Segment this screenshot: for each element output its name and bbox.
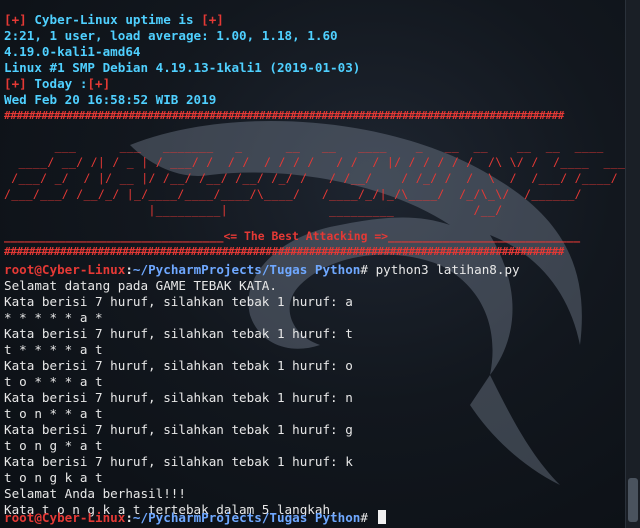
command-text: python3 latihan8.py	[375, 262, 520, 277]
output-line: Kata berisi 7 huruf, silahkan tebak 1 hu…	[4, 454, 353, 469]
output-line: t * * * * a t	[4, 342, 103, 357]
output-line: Kata berisi 7 huruf, silahkan tebak 1 hu…	[4, 294, 353, 309]
output-line: Kata berisi 7 huruf, silahkan tebak 1 hu…	[4, 422, 353, 437]
banner-art-line: |_________| _________ /__/	[4, 203, 503, 217]
banner-tagline: ________________________________<= The B…	[4, 229, 581, 243]
uptime-header: [+] Cyber-Linux uptime is [+]	[4, 12, 224, 27]
active-prompt-line[interactable]: root@Cyber-Linux:~/PycharmProjects/Tugas…	[4, 510, 386, 526]
output-line: t o n g k a t	[4, 470, 103, 485]
banner-art-line: ____/ __/ /| / _ | / ___/ / / / / / / / …	[4, 155, 626, 169]
prompt-line: root@Cyber-Linux:~/PycharmProjects/Tugas…	[4, 262, 520, 277]
output-line: Selamat Anda berhasil!!!	[4, 486, 186, 501]
hash-divider-bottom: ########################################…	[4, 245, 565, 258]
output-line: Selamat datang pada GAME TEBAK KATA.	[4, 278, 277, 293]
output-line: Kata berisi 7 huruf, silahkan tebak 1 hu…	[4, 390, 353, 405]
output-line: t o * * * a t	[4, 374, 103, 389]
banner-art-line: /___/ _/ / |/ __ |/ /__/ /__/ /__/ /_/ /…	[4, 171, 619, 185]
banner-art-line: ___ ___ _______ _ __ __ ____ _ __ __ __ …	[4, 139, 604, 153]
os-version: Linux #1 SMP Debian 4.19.13-1kali1 (2019…	[4, 60, 361, 75]
hash-divider-top: ########################################…	[4, 109, 565, 122]
output-line: Kata berisi 7 huruf, silahkan tebak 1 hu…	[4, 358, 353, 373]
vertical-scrollbar[interactable]	[625, 0, 640, 528]
output-line: Kata berisi 7 huruf, silahkan tebak 1 hu…	[4, 326, 353, 341]
scrollbar-thumb[interactable]	[628, 478, 638, 522]
current-date: Wed Feb 20 16:58:52 WIB 2019	[4, 92, 217, 107]
uptime-value: 2:21, 1 user, load average: 1.00, 1.18, …	[4, 28, 338, 43]
today-header: [+] Today :[+]	[4, 76, 111, 91]
output-line: t o n g * a t	[4, 438, 103, 453]
output-line: t o n * * a t	[4, 406, 103, 421]
terminal-window[interactable]: [+] Cyber-Linux uptime is [+] 2:21, 1 us…	[0, 0, 626, 528]
output-line: * * * * * a *	[4, 310, 103, 325]
kernel-version: 4.19.0-kali1-amd64	[4, 44, 141, 59]
banner-art-line: /___/___/ /__/_/ |_/____/____/____/\____…	[4, 187, 582, 201]
text-cursor	[377, 510, 386, 524]
